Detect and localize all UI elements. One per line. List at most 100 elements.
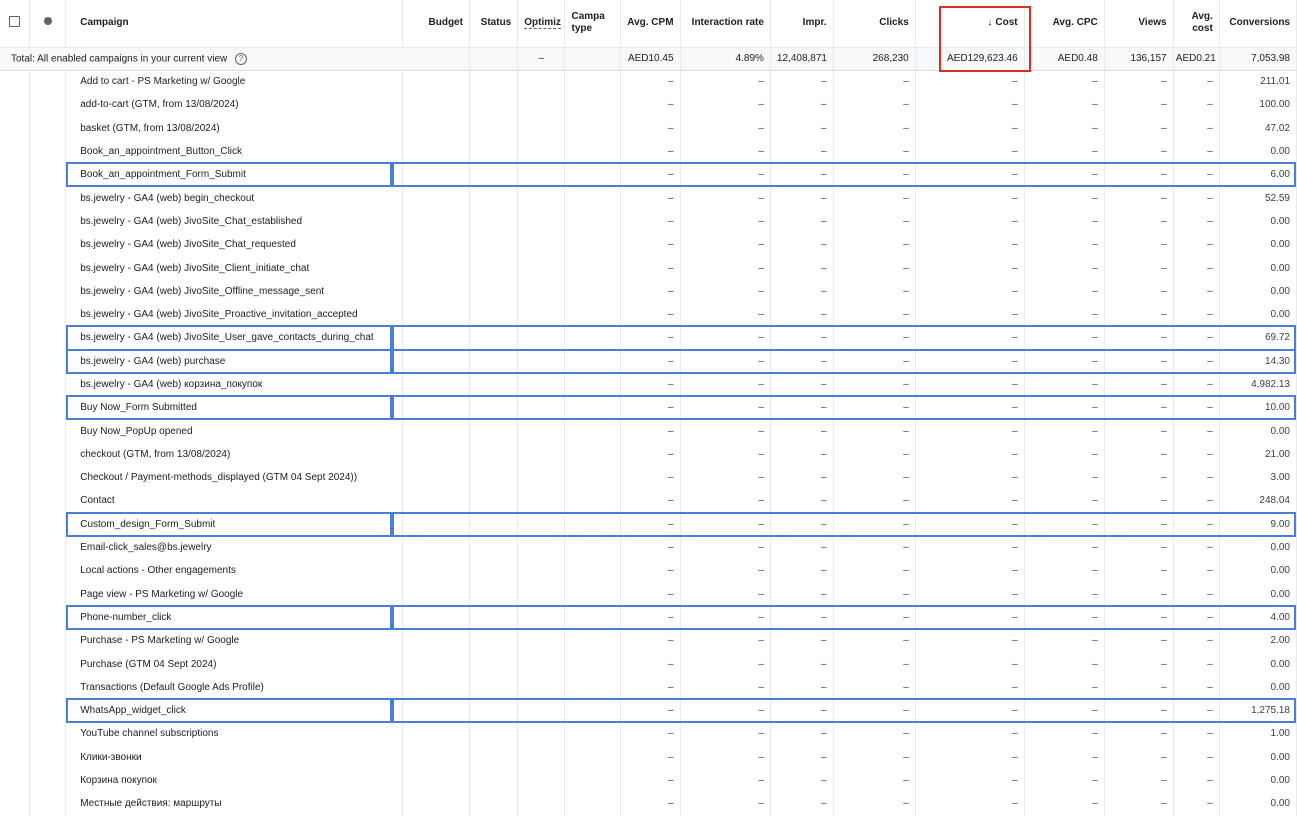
row-views: – bbox=[1104, 70, 1174, 94]
campaign-name[interactable]: Purchase - PS Marketing w/ Google bbox=[65, 629, 404, 653]
table-row[interactable]: YouTube channel subscriptions – – – – – – – –1.0… bbox=[0, 722, 1297, 746]
table-row[interactable]: Корзина покупок – – – – – – – –0.00 bbox=[0, 768, 1297, 793]
header-status[interactable]: Status bbox=[469, 0, 519, 48]
row-optimization bbox=[517, 792, 566, 816]
header-optimization[interactable]: Optimiz bbox=[517, 0, 566, 48]
campaign-name[interactable]: Purchase (GTM 04 Sept 2024) bbox=[65, 652, 404, 676]
row-views: – bbox=[1104, 605, 1174, 630]
campaign-name[interactable]: Phone-number_click bbox=[65, 605, 404, 630]
table-row[interactable]: bs.jewelry - GA4 (web) корзина_покупок – –… bbox=[0, 372, 1297, 397]
table-row[interactable]: bs.jewelry - GA4 (web) JivoSite_Proactiv… bbox=[0, 302, 1297, 327]
select-all-checkbox[interactable] bbox=[9, 15, 21, 27]
campaign-name[interactable]: bs.jewelry - GA4 (web) begin_checkout bbox=[65, 186, 404, 210]
campaign-name[interactable]: Custom_design_Form_Submit bbox=[65, 512, 404, 536]
table-row[interactable]: basket (GTM, from 13/08/2024) – – – – – – – –47.… bbox=[0, 116, 1297, 140]
table-row[interactable]: Page view - PS Marketing w/ Google – – – – – –… bbox=[0, 582, 1297, 606]
table-row[interactable]: Email-click_sales@bs.jewelry – – – – – – – –0.00 bbox=[0, 535, 1297, 560]
campaign-name[interactable]: Book_an_appointment_Form_Submit bbox=[65, 163, 404, 187]
campaign-name[interactable]: Page view - PS Marketing w/ Google bbox=[65, 582, 404, 606]
campaign-name[interactable]: Email-click_sales@bs.jewelry bbox=[65, 535, 404, 560]
campaign-name[interactable]: bs.jewelry - GA4 (web) JivoSite_Proactiv… bbox=[65, 302, 404, 327]
row-select-cell bbox=[0, 93, 31, 117]
table-row[interactable]: bs.jewelry - GA4 (web) begin_checkout – – –… bbox=[0, 186, 1297, 210]
campaign-name[interactable]: Contact bbox=[65, 489, 404, 513]
table-row[interactable]: Book_an_appointment_Form_Submit – – – – – – – –6… bbox=[0, 163, 1297, 187]
header-budget[interactable]: Budget bbox=[402, 0, 470, 48]
table-row[interactable]: Transactions (Default Google Ads Profile… bbox=[0, 675, 1297, 700]
header-views[interactable]: Views bbox=[1104, 0, 1174, 48]
row-cost: – bbox=[915, 699, 1025, 723]
table-row[interactable]: Custom_design_Form_Submit – – – – – – – –9.00 bbox=[0, 512, 1297, 536]
row-clicks: – bbox=[833, 396, 916, 420]
campaign-name[interactable]: YouTube channel subscriptions bbox=[65, 722, 404, 746]
row-avg-cost: – bbox=[1173, 699, 1220, 723]
campaign-name[interactable]: bs.jewelry - GA4 (web) JivoSite_Offline_… bbox=[65, 279, 404, 303]
table-row[interactable]: Purchase - PS Marketing w/ Google – – – – – – –… bbox=[0, 629, 1297, 653]
row-status-cell bbox=[29, 139, 67, 164]
header-campaign[interactable]: Campaign bbox=[65, 0, 404, 48]
table-row[interactable]: Phone-number_click – – – – – – – –4.00 bbox=[0, 605, 1297, 630]
help-icon[interactable]: ? bbox=[235, 52, 248, 65]
table-row[interactable]: Клики-звонки – – – – – – – –0.00 bbox=[0, 745, 1297, 769]
row-views: – bbox=[1104, 699, 1174, 723]
header-clicks[interactable]: Clicks bbox=[833, 0, 916, 48]
header-interaction-rate[interactable]: Interaction rate bbox=[680, 0, 771, 48]
table-row[interactable]: bs.jewelry - GA4 (web) JivoSite_Offline_… bbox=[0, 279, 1297, 303]
campaign-name[interactable]: Local actions - Other engagements bbox=[65, 559, 404, 583]
table-row[interactable]: Местные действия: маршруты – – – – – – – –0.00 bbox=[0, 792, 1297, 816]
table-row[interactable]: Contact – – – – – – – –248.04 bbox=[0, 489, 1297, 513]
campaign-name[interactable]: Клики-звонки bbox=[65, 745, 404, 769]
header-avg-cost[interactable]: Avg. cost bbox=[1173, 0, 1220, 48]
header-avg-cpm[interactable]: Avg. CPM bbox=[620, 0, 681, 48]
campaign-name[interactable]: bs.jewelry - GA4 (web) JivoSite_Client_i… bbox=[65, 256, 404, 280]
status-dot-icon[interactable] bbox=[43, 17, 52, 26]
table-row[interactable]: bs.jewelry - GA4 (web) JivoSite_Chat_est… bbox=[0, 209, 1297, 234]
campaign-name[interactable]: Buy Now_Form Submitted bbox=[65, 396, 404, 420]
header-impr[interactable]: Impr. bbox=[770, 0, 834, 48]
campaign-name[interactable]: basket (GTM, from 13/08/2024) bbox=[65, 116, 404, 140]
table-row[interactable]: Book_an_appointment_Button_Click – – – – – – – –… bbox=[0, 139, 1297, 164]
table-row[interactable]: Purchase (GTM 04 Sept 2024) – – – – – – – –0.00 bbox=[0, 652, 1297, 676]
campaign-name[interactable]: bs.jewelry - GA4 (web) корзина_покупок bbox=[65, 372, 404, 397]
campaign-name[interactable]: bs.jewelry - GA4 (web) JivoSite_User_gav… bbox=[65, 326, 404, 350]
row-avg-cpc: – bbox=[1024, 326, 1105, 350]
campaign-name[interactable]: bs.jewelry - GA4 (web) JivoSite_Chat_req… bbox=[65, 233, 404, 257]
row-status-cell bbox=[29, 419, 67, 443]
table-row[interactable]: Buy Now_PopUp opened – – – – – – – –0.00 bbox=[0, 419, 1297, 443]
header-campaign-type[interactable]: Campa type bbox=[564, 0, 621, 48]
table-row[interactable]: bs.jewelry - GA4 (web) purchase – – – – – – – –1… bbox=[0, 349, 1297, 373]
table-row[interactable]: Checkout / Payment-methods_displayed (GT… bbox=[0, 466, 1297, 490]
row-optimization bbox=[517, 372, 566, 397]
table-row[interactable]: checkout (GTM, from 13/08/2024) – – – – – – – –2… bbox=[0, 442, 1297, 467]
campaign-name[interactable]: Book_an_appointment_Button_Click bbox=[65, 139, 404, 164]
table-row[interactable]: Local actions - Other engagements – – – – – – –… bbox=[0, 559, 1297, 583]
campaign-name[interactable]: WhatsApp_widget_click bbox=[65, 699, 404, 723]
header-cost[interactable]: ↓ Cost bbox=[915, 0, 1025, 48]
campaign-name[interactable]: Checkout / Payment-methods_displayed (GT… bbox=[65, 466, 404, 490]
campaign-name[interactable]: checkout (GTM, from 13/08/2024) bbox=[65, 442, 404, 467]
table-row[interactable]: add-to-cart (GTM, from 13/08/2024) – – – – – –… bbox=[0, 93, 1297, 117]
campaign-name[interactable]: bs.jewelry - GA4 (web) purchase bbox=[65, 349, 404, 373]
campaign-name[interactable]: add-to-cart (GTM, from 13/08/2024) bbox=[65, 93, 404, 117]
row-avg-cpc: – bbox=[1024, 559, 1105, 583]
row-avg-cpc: – bbox=[1024, 745, 1105, 769]
row-status-cell bbox=[29, 652, 67, 676]
campaign-name[interactable]: Местные действия: маршруты bbox=[65, 792, 404, 816]
campaign-name[interactable]: Buy Now_PopUp opened bbox=[65, 419, 404, 443]
table-row[interactable]: bs.jewelry - GA4 (web) JivoSite_User_gav… bbox=[0, 326, 1297, 350]
table-row[interactable]: Add to cart - PS Marketing w/ Google – – – –… bbox=[0, 70, 1297, 94]
row-impr: – bbox=[770, 116, 834, 140]
campaign-name[interactable]: bs.jewelry - GA4 (web) JivoSite_Chat_est… bbox=[65, 209, 404, 234]
row-status-cell bbox=[29, 535, 67, 560]
header-avg-cpc[interactable]: Avg. CPC bbox=[1024, 0, 1105, 48]
row-status bbox=[469, 419, 519, 443]
table-row[interactable]: bs.jewelry - GA4 (web) JivoSite_Client_i… bbox=[0, 256, 1297, 280]
table-row[interactable]: bs.jewelry - GA4 (web) JivoSite_Chat_req… bbox=[0, 233, 1297, 257]
campaign-name[interactable]: Transactions (Default Google Ads Profile… bbox=[65, 675, 404, 700]
table-row[interactable]: Buy Now_Form Submitted – – – – – – – –10.00 bbox=[0, 396, 1297, 420]
campaign-name[interactable]: Add to cart - PS Marketing w/ Google bbox=[65, 70, 404, 94]
table-row[interactable]: WhatsApp_widget_click – – – – – – – –1,275.18 bbox=[0, 699, 1297, 723]
campaign-name[interactable]: Корзина покупок bbox=[65, 768, 404, 793]
header-conversions[interactable]: Conversions bbox=[1219, 0, 1297, 48]
row-avg-cost: – bbox=[1173, 722, 1220, 746]
